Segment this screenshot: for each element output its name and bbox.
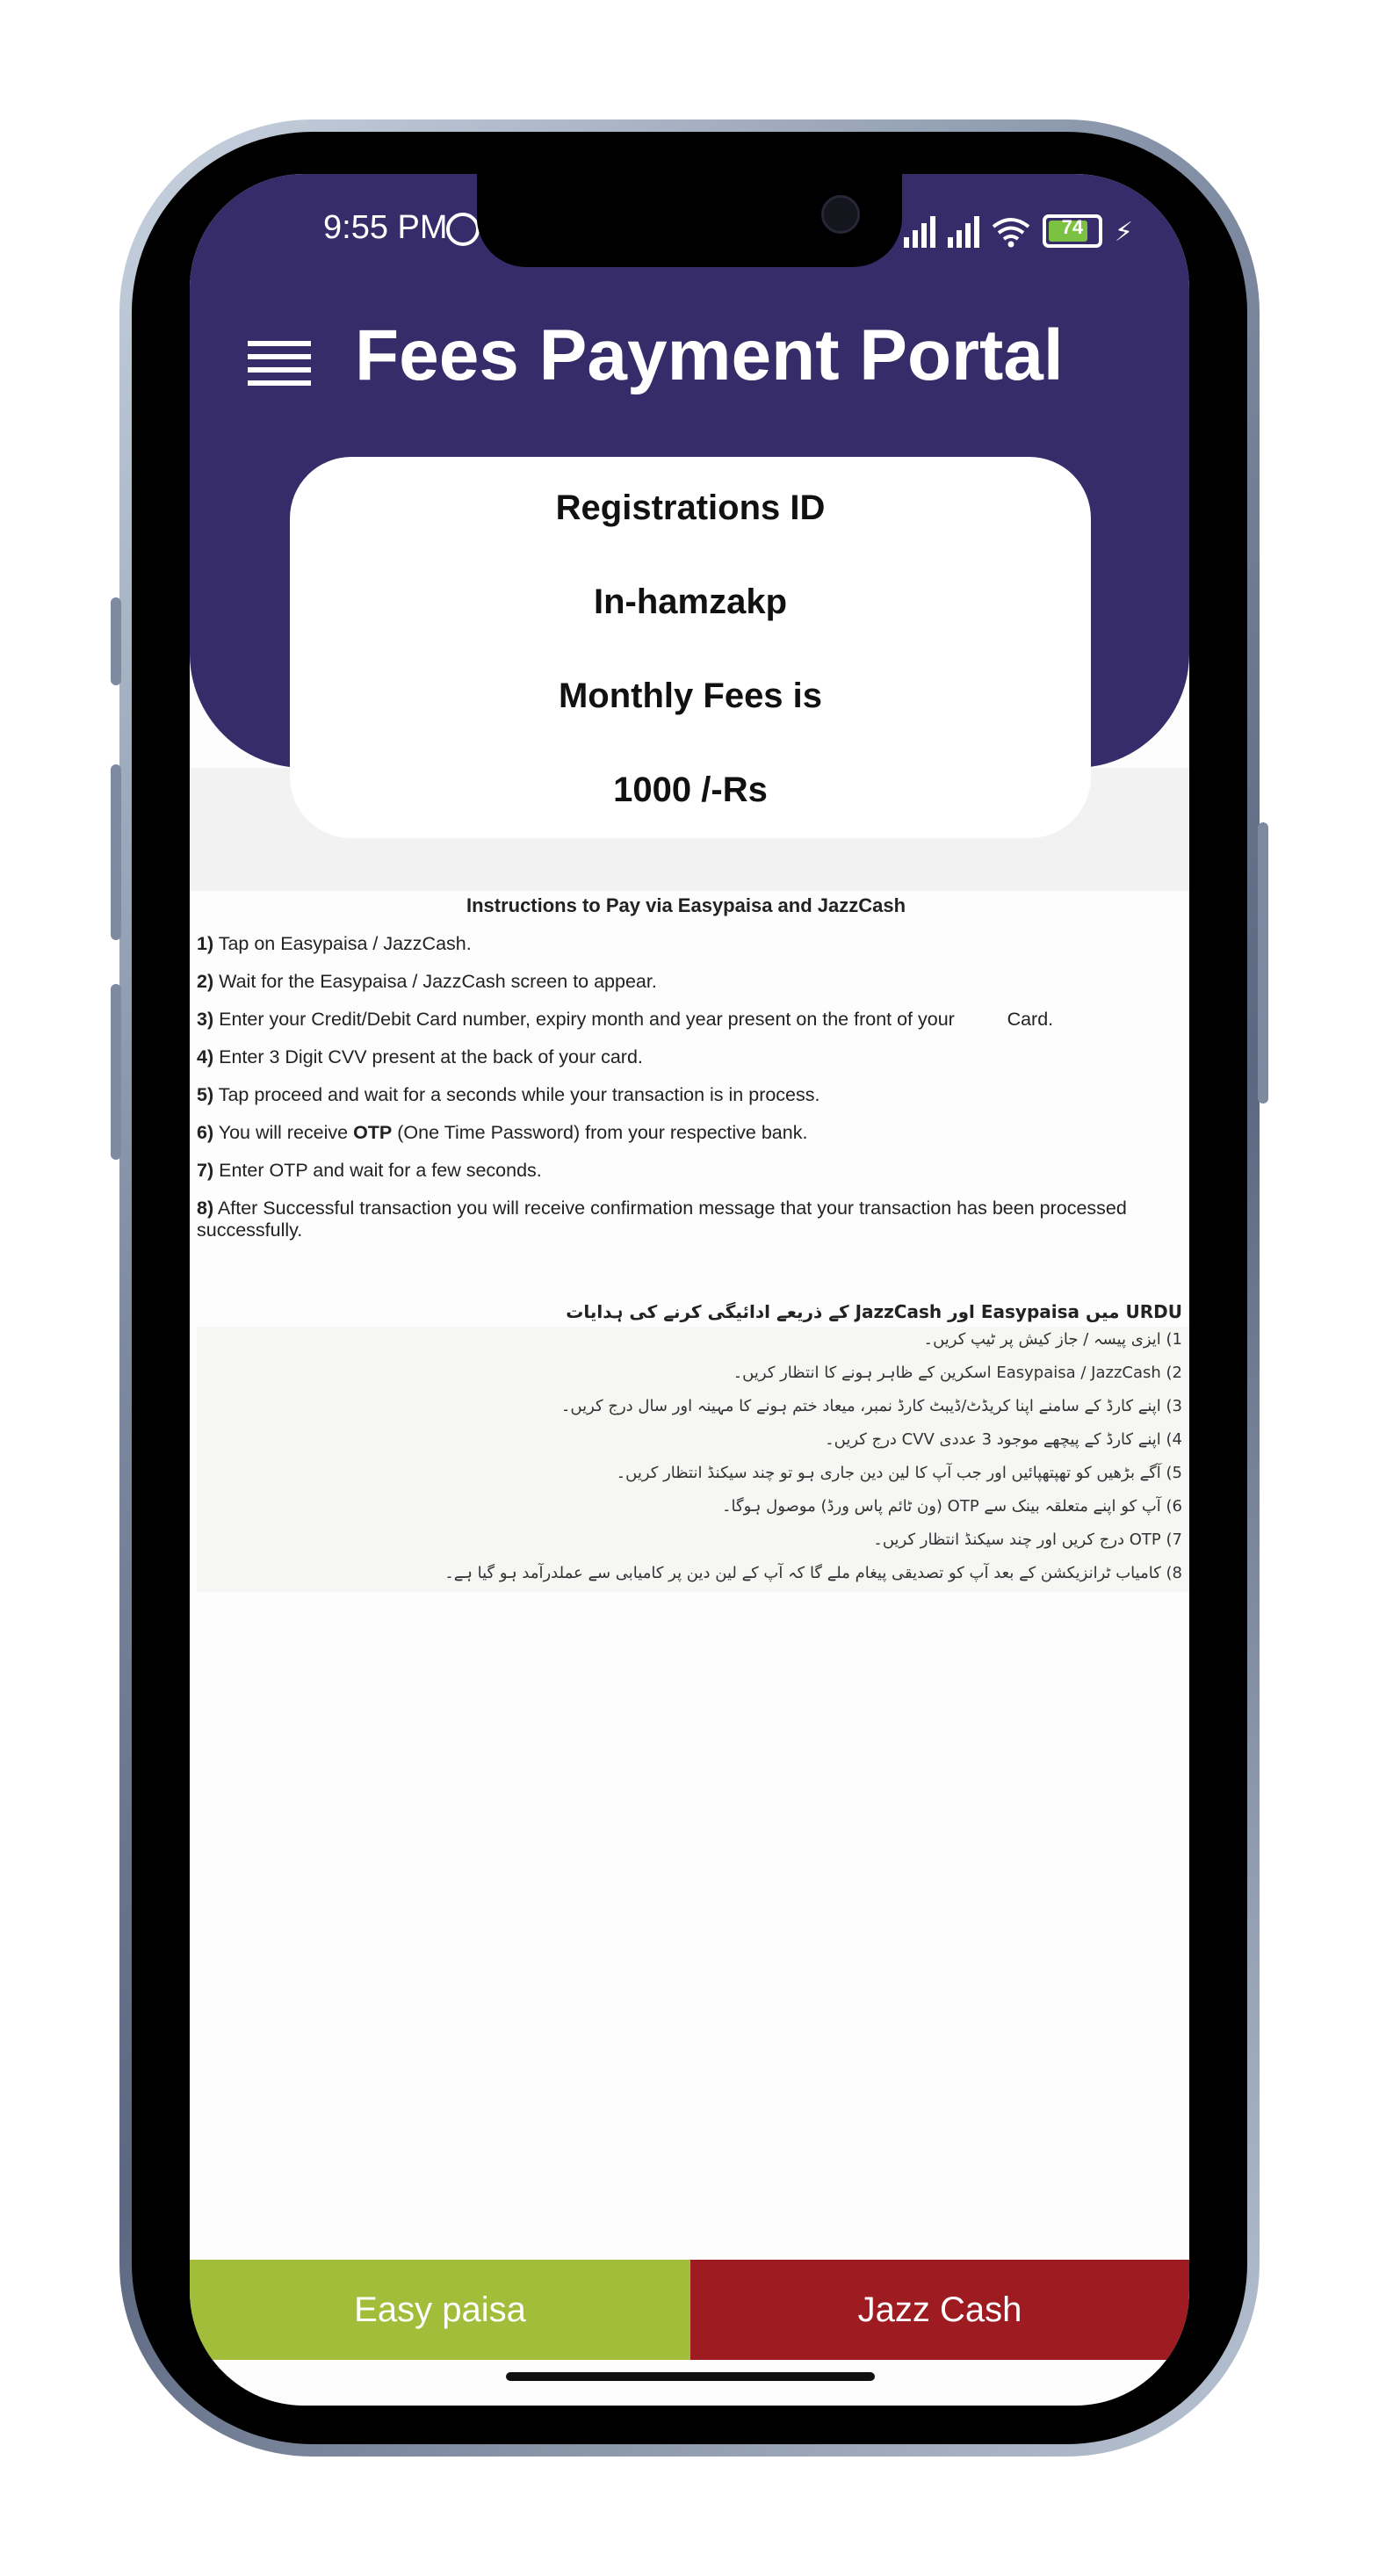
instruction-item: 3) Enter your Credit/Debit Card number, …: [197, 1009, 1054, 1030]
phone-screen: 9:55 PM 74 ⚡ Fees Payment Portal Registr…: [190, 174, 1189, 2406]
monthly-fees-label: Monthly Fees is: [558, 677, 823, 715]
power-button: [1258, 822, 1268, 1103]
instruction-item: 4) Enter 3 Digit CVV present at the back…: [197, 1046, 643, 1067]
urdu-instructions: 1) ایزی پیسہ / جاز کیش پر ٹیپ کریں۔ 2) E…: [197, 1327, 1189, 1592]
urdu-instruction-item: 2) Easypaisa / JazzCash اسکرین کے ظاہر ہ…: [733, 1364, 1182, 1382]
registration-id: In-hamzakp: [593, 582, 788, 621]
urdu-instruction-item: 1) ایزی پیسہ / جاز کیش پر ٹیپ کریں۔: [923, 1330, 1182, 1349]
volume-down-button: [111, 984, 121, 1160]
urdu-instruction-item: 3) اپنے کارڈ کے سامنے اپنا کریڈٹ/ڈیبٹ کا…: [560, 1397, 1182, 1415]
whatsapp-icon: [446, 213, 480, 246]
registration-label: Registrations ID: [555, 488, 826, 527]
instruction-item: 1) Tap on Easypaisa / JazzCash.: [197, 933, 472, 954]
instructions-english: Instructions to Pay via Easypaisa and Ja…: [197, 894, 1180, 1241]
urdu-instruction-item: 8) کامیاب ٹرانزیکشن کے بعد آپ کو تصدیقی …: [444, 1564, 1182, 1582]
signal-icon: [947, 216, 979, 248]
status-time: 9:55 PM: [323, 209, 448, 246]
instruction-item: 5) Tap proceed and wait for a seconds wh…: [197, 1084, 820, 1105]
instructions-title: Instructions to Pay via Easypaisa and Ja…: [466, 894, 906, 916]
urdu-instruction-item: 7) OTP درج کریں اور چند سیکنڈ انتظار کری…: [873, 1530, 1182, 1549]
signal-icon: [903, 216, 935, 248]
instruction-item: 8) After Successful transaction you will…: [197, 1198, 1127, 1241]
charging-icon: ⚡: [1114, 218, 1133, 247]
urdu-instruction-item: 5) آگے بڑھیں کو تھپتھپائیں اور جب آپ کا …: [616, 1464, 1182, 1482]
urdu-instruction-item: 6) آپ کو اپنے متعلقہ بینک سے OTP (ون ٹائ…: [721, 1497, 1182, 1516]
volume-up-button: [111, 764, 121, 940]
page-title: Fees Payment Portal: [355, 315, 1064, 395]
front-camera: [821, 195, 860, 234]
monthly-fees-amount: 1000 /-Rs: [613, 771, 768, 809]
instruction-item: 2) Wait for the Easypaisa / JazzCash scr…: [197, 971, 657, 992]
battery-level: 74: [1061, 216, 1084, 238]
urdu-instructions-title: URDU میں Easypaisa اور JazzCash کے ذریعے…: [566, 1301, 1182, 1322]
jazzcash-button[interactable]: Jazz Cash: [690, 2260, 1189, 2360]
mute-switch: [111, 597, 121, 685]
battery-icon: 74: [1042, 214, 1102, 248]
urdu-instruction-item: 4) اپنے کارڈ کے پیچھے موجود 3 عددی CVV د…: [825, 1430, 1182, 1449]
registration-info-card: Registrations ID In-hamzakp Monthly Fees…: [290, 457, 1091, 838]
hamburger-menu-icon[interactable]: [248, 341, 311, 390]
instruction-item: 7) Enter OTP and wait for a few seconds.: [197, 1160, 542, 1181]
home-indicator[interactable]: [506, 2372, 875, 2381]
easypaisa-button[interactable]: Easy paisa: [190, 2260, 690, 2360]
instruction-item: 6) You will receive OTP (One Time Passwo…: [197, 1122, 808, 1143]
status-icons: 74 ⚡: [903, 209, 1133, 248]
notch: [477, 174, 902, 267]
wifi-icon: [992, 218, 1030, 248]
